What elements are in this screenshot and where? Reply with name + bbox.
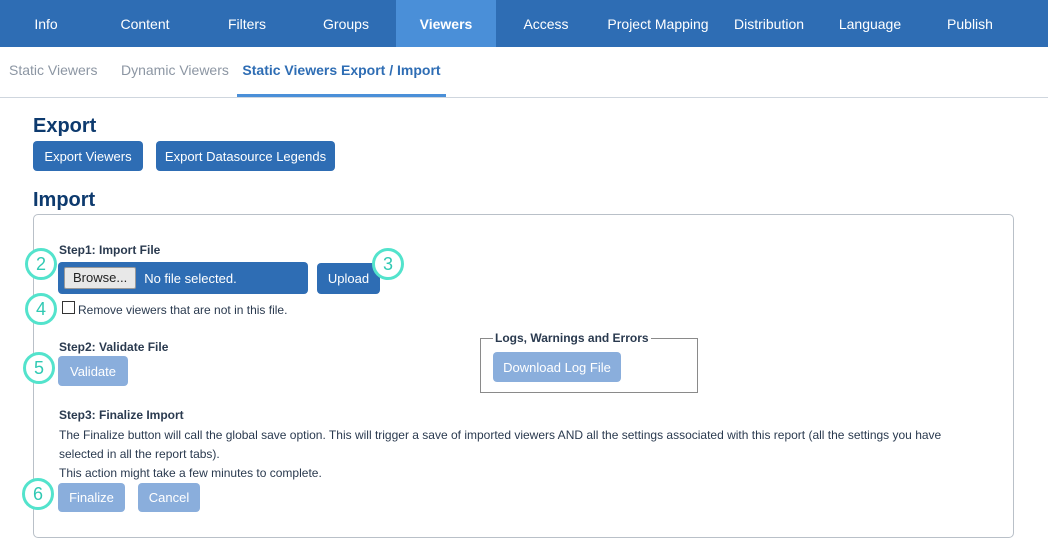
finalize-description-line1: The Finalize button will call the global… — [59, 428, 942, 442]
upload-button[interactable]: Upload — [317, 263, 380, 294]
tab-distribution[interactable]: Distribution — [720, 0, 818, 47]
step-marker-4: 4 — [25, 293, 57, 325]
tab-content[interactable]: Content — [92, 0, 198, 47]
logs-legend: Logs, Warnings and Errors — [495, 331, 649, 345]
tab-viewers[interactable]: Viewers — [396, 0, 496, 47]
validate-button[interactable]: Validate — [58, 356, 128, 386]
tab-groups[interactable]: Groups — [296, 0, 396, 47]
finalize-description-line3: This action might take a few minutes to … — [59, 466, 322, 480]
tab-info[interactable]: Info — [0, 0, 92, 47]
top-nav: Info Content Filters Groups Viewers Acce… — [0, 0, 1048, 47]
finalize-description-line2: selected in all the report tabs). — [59, 447, 220, 461]
step-marker-2: 2 — [25, 248, 57, 280]
step-marker-6: 6 — [22, 478, 54, 510]
tab-access[interactable]: Access — [496, 0, 596, 47]
download-log-button[interactable]: Download Log File — [493, 352, 621, 382]
remove-viewers-checkbox[interactable] — [62, 301, 75, 314]
step-marker-5: 5 — [23, 352, 55, 384]
tab-publish[interactable]: Publish — [922, 0, 1018, 47]
step2-label: Step2: Validate File — [59, 340, 169, 354]
step3-label: Step3: Finalize Import — [59, 408, 184, 422]
export-viewers-button[interactable]: Export Viewers — [33, 141, 143, 171]
subtab-dynamic-viewers[interactable]: Dynamic Viewers — [121, 47, 229, 97]
file-input[interactable]: Browse... No file selected. — [58, 262, 308, 294]
export-heading: Export — [33, 115, 97, 137]
browse-button[interactable]: Browse... — [64, 267, 137, 289]
tab-project-mapping[interactable]: Project Mapping — [596, 0, 720, 47]
sub-nav: Static Viewers Dynamic Viewers Static Vi… — [0, 47, 1048, 98]
finalize-button[interactable]: Finalize — [58, 483, 125, 512]
subtab-static-viewers[interactable]: Static Viewers — [9, 47, 97, 97]
remove-viewers-label: Remove viewers that are not in this file… — [78, 303, 288, 317]
import-heading: Import — [33, 189, 96, 211]
file-status: No file selected. — [144, 270, 237, 286]
cancel-button[interactable]: Cancel — [138, 483, 200, 512]
tab-filters[interactable]: Filters — [198, 0, 296, 47]
step-marker-3: 3 — [372, 248, 404, 280]
tab-language[interactable]: Language — [818, 0, 922, 47]
step1-label: Step1: Import File — [59, 243, 161, 257]
export-datasource-legends-button[interactable]: Export Datasource Legends — [156, 141, 335, 171]
subtab-export-import[interactable]: Static Viewers Export / Import — [237, 47, 446, 97]
